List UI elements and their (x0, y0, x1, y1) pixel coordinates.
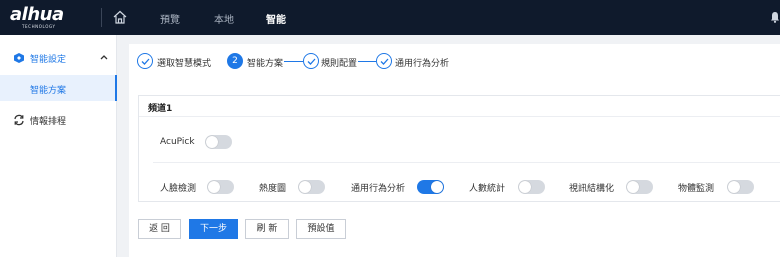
step-4-label: 通用行為分析 (395, 59, 450, 69)
object-monitor-toggle[interactable] (727, 180, 754, 194)
acupick-toggle[interactable] (205, 135, 232, 149)
sidebar-item-label: 智能方案 (30, 86, 67, 96)
heatmap-toggle[interactable] (298, 180, 325, 194)
home-icon[interactable] (112, 9, 128, 25)
logo-subtitle: TECHNOLOGY (22, 24, 56, 29)
bell-icon[interactable] (770, 11, 780, 23)
step-3-check-icon (303, 53, 319, 69)
video-structure-toggle[interactable] (626, 180, 653, 194)
nav-intelligent[interactable]: 智能 (266, 11, 286, 26)
step-1-label: 選取智慧模式 (157, 59, 212, 69)
sidebar-item-schedule[interactable]: 情報排程 (0, 107, 117, 133)
top-bar: alhua TECHNOLOGY 預覽 本地 智能 (0, 0, 780, 35)
step-2-label: 智能方案 (247, 59, 284, 69)
step-connector (284, 61, 303, 62)
top-divider (101, 8, 102, 27)
channel-card: 頻道1 AcuPick 人臉檢測 熱度圖 通用行為分析 人數統計 視訊結構化 物… (138, 95, 780, 202)
sidebar-item-label: 情報排程 (30, 117, 67, 127)
smart-settings-icon (13, 52, 25, 64)
toggle-knob (431, 181, 443, 193)
toggle-knob (208, 181, 220, 193)
toggle-knob (728, 181, 740, 193)
face-detection-label: 人臉檢測 (160, 184, 197, 194)
refresh-button[interactable]: 刷 新 (245, 219, 289, 239)
sidebar-item-smart-scheme[interactable]: 智能方案 (0, 75, 117, 101)
video-structure-label: 視訊結構化 (569, 184, 615, 194)
default-button[interactable]: 預設值 (296, 219, 346, 239)
sidebar: 智能設定 智能方案 情報排程 (0, 35, 117, 257)
toggle-knob (627, 181, 639, 193)
people-count-label: 人數統計 (469, 184, 506, 194)
card-divider (153, 162, 780, 163)
face-detection-toggle[interactable] (207, 180, 234, 194)
toggle-knob (299, 181, 311, 193)
people-count-toggle[interactable] (518, 180, 545, 194)
card-header: 頻道1 (139, 96, 780, 117)
toggle-knob (206, 136, 218, 148)
object-monitor-label: 物體監測 (678, 184, 715, 194)
step-2-number: 2 (227, 53, 243, 69)
general-behavior-label: 通用行為分析 (351, 184, 406, 194)
acupick-label: AcuPick (160, 137, 195, 147)
chevron-up-icon (100, 53, 108, 62)
nav-local[interactable]: 本地 (214, 11, 234, 26)
sidebar-group-label: 智能設定 (30, 55, 67, 65)
toggle-knob (519, 181, 531, 193)
general-behavior-toggle[interactable] (417, 180, 444, 194)
next-button[interactable]: 下一步 (189, 219, 238, 239)
dahua-logo: alhua TECHNOLOGY (10, 6, 80, 32)
sidebar-group-smart-settings[interactable]: 智能設定 (0, 45, 117, 71)
step-4-check-icon (376, 53, 392, 69)
channel-title: 頻道1 (148, 104, 173, 114)
sync-icon (13, 114, 25, 126)
step-connector (358, 61, 376, 62)
heatmap-label: 熱度圖 (259, 184, 287, 194)
nav-preview[interactable]: 預覽 (160, 11, 180, 26)
back-button[interactable]: 返 回 (138, 219, 181, 239)
step-3-label: 規則配置 (321, 59, 358, 69)
wizard-steps: 選取智慧模式 2 智能方案 規則配置 通用行為分析 (129, 44, 780, 80)
logo-wordmark: alhua (10, 4, 64, 25)
step-1-check-icon (137, 53, 153, 69)
